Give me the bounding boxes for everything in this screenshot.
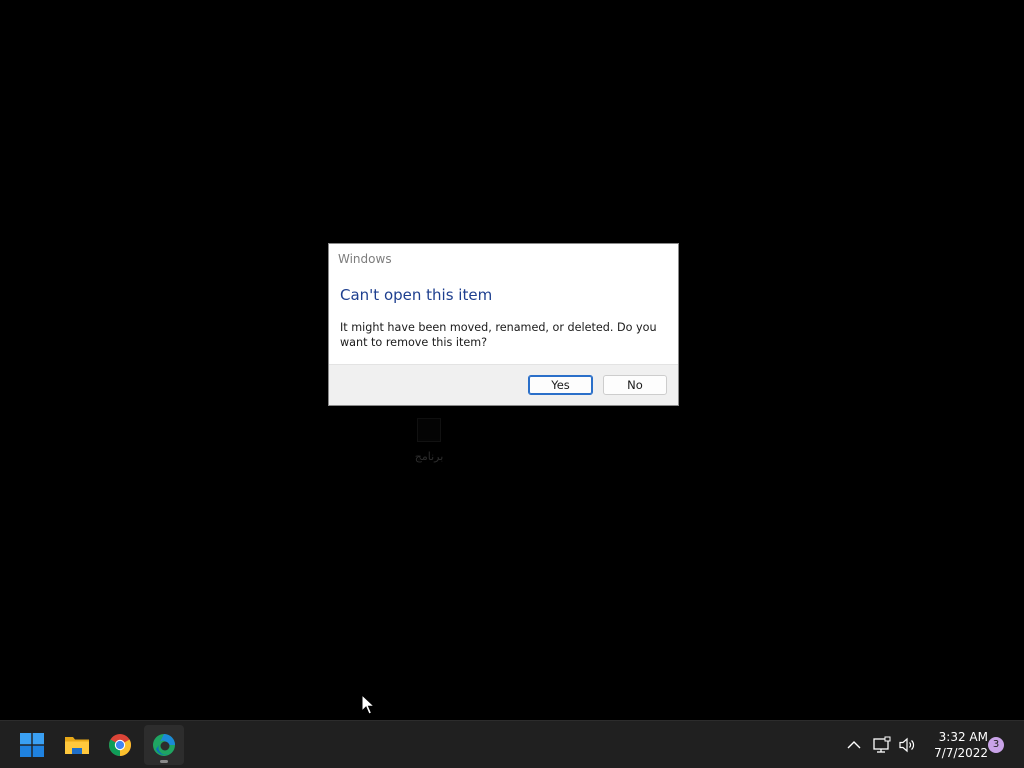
mouse-pointer-icon — [361, 694, 375, 715]
edge-icon — [153, 734, 175, 756]
taskbar-microsoft-edge[interactable] — [144, 725, 184, 765]
message-dialog: Windows Can't open this item It might ha… — [328, 243, 679, 406]
desktop: برنامج Windows Can't open this item It m… — [0, 0, 1024, 720]
clock-time: 3:32 AM — [938, 730, 988, 744]
dialog-button-bar: Yes No — [329, 364, 678, 405]
folder-icon — [65, 737, 89, 754]
network-icon[interactable] — [872, 735, 892, 755]
chrome-icon — [109, 734, 131, 756]
notification-badge[interactable]: 3 — [988, 737, 1004, 753]
dialog-message: It might have been moved, renamed, or de… — [340, 321, 657, 349]
active-app-indicator — [160, 760, 168, 763]
taskbar-clock[interactable]: 3:32 AM 7/7/2022 — [922, 729, 988, 761]
taskbar: 3:32 AM 7/7/2022 3 — [0, 720, 1024, 768]
taskbar-file-explorer[interactable] — [56, 725, 96, 765]
chevron-up-icon[interactable] — [844, 735, 864, 755]
dialog-title: Windows — [338, 252, 392, 266]
volume-icon[interactable] — [897, 735, 917, 755]
clock-date: 7/7/2022 — [934, 746, 988, 760]
no-button[interactable]: No — [603, 375, 667, 395]
taskbar-google-chrome[interactable] — [100, 725, 140, 765]
desktop-shortcut[interactable]: برنامج — [398, 418, 460, 470]
desktop-shortcut-label: برنامج — [414, 450, 444, 463]
dialog-heading: Can't open this item — [340, 286, 493, 304]
app-shortcut-icon — [417, 418, 441, 442]
start-button[interactable] — [12, 725, 52, 765]
windows-logo-icon — [20, 733, 44, 757]
yes-button[interactable]: Yes — [528, 375, 593, 395]
